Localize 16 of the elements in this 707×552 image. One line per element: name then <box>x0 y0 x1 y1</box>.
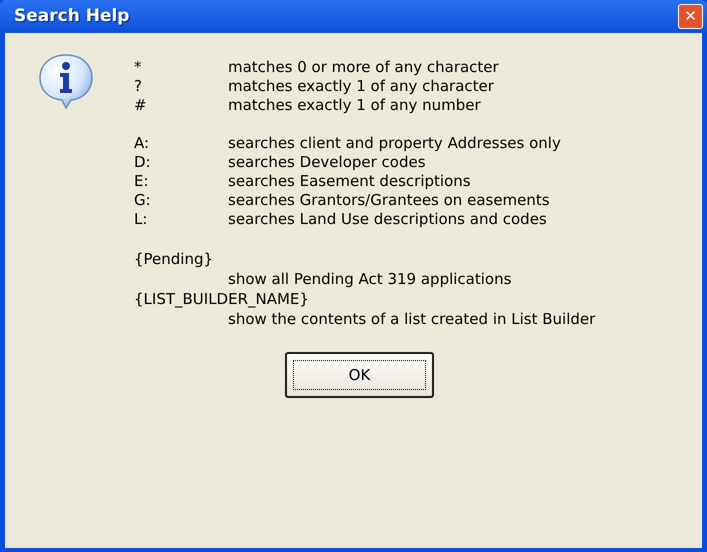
pattern-description: searches Developer codes <box>228 152 426 174</box>
pattern-description: matches 0 or more of any character <box>228 57 499 78</box>
pattern-description: searches Land Use descriptions and codes <box>228 209 547 230</box>
special-term: {LIST_BUILDER_NAME} <box>134 289 310 308</box>
special-description: show all Pending Act 319 applications <box>227 269 512 288</box>
close-button[interactable]: ✕ <box>678 4 703 29</box>
ok-button[interactable]: OK <box>285 352 434 398</box>
pattern-description: matches exactly 1 of any number <box>228 95 481 116</box>
pattern-description: searches Easement descriptions <box>228 171 471 192</box>
window-title: Search Help <box>14 4 130 28</box>
special-description: show the contents of a list created in List Builder <box>227 309 596 328</box>
pattern-description: searches Grantors/Grantees on easements <box>228 190 550 212</box>
pattern-description: matches exactly 1 of any character <box>228 76 494 98</box>
special-term: {Pending} <box>134 249 214 268</box>
pattern-description: searches client and property Addresses only <box>228 133 561 154</box>
info-icon <box>37 52 95 110</box>
